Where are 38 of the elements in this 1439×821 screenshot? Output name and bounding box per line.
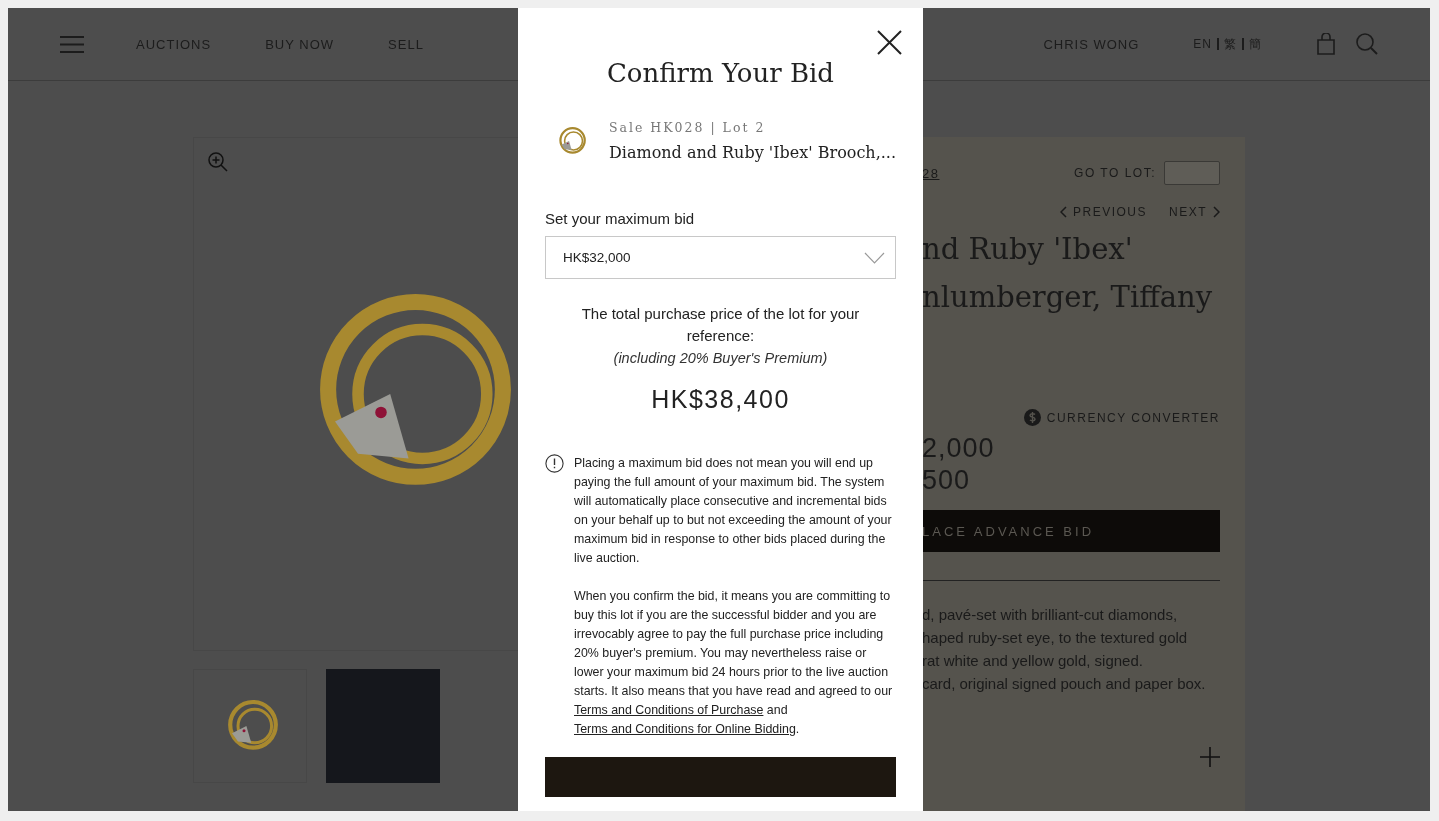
next-link[interactable]: NEXT xyxy=(1169,205,1220,219)
chevron-right-icon xyxy=(1213,206,1220,218)
currency-converter-link[interactable]: CURRENCY CONVERTER xyxy=(1046,410,1220,425)
thumbnail[interactable] xyxy=(193,669,307,783)
go-to-lot-label: GO TO LOT: xyxy=(1074,166,1156,180)
menu-icon[interactable] xyxy=(60,35,84,53)
terms-link[interactable]: Terms and Conditions for Online Bidding xyxy=(574,722,796,736)
description-text: card, original signed pouch and paper box. xyxy=(922,674,1207,694)
lot-number-field[interactable] xyxy=(1164,161,1220,185)
shopping-bag-icon[interactable] xyxy=(1316,33,1336,55)
total-price: HK$38,400 xyxy=(650,385,791,414)
chevron-left-icon xyxy=(1059,206,1067,218)
description-text: haped ruby-set eye, to the textured gold xyxy=(922,628,1189,648)
lot-title: nlumberger, Tiffany xyxy=(922,279,1213,316)
notice-text: Placing a maximum bid does not mean you will end up paying the full amount of your maximum bid. The system will automatically place consecutive and incremental bids on your behalf up to but not exceeding the amount of your maximum bid in response to other bids placed during the live auction. xyxy=(574,455,893,567)
bid-dropdown[interactable]: HK$32,000 xyxy=(545,236,896,279)
description-text: d, pavé-set with brilliant-cut diamonds, xyxy=(922,605,1179,625)
estimate-text: 500 xyxy=(922,464,972,496)
dollar-icon xyxy=(1023,409,1041,426)
sale-link[interactable]: 28 xyxy=(922,165,940,181)
description-text: rat white and yellow gold, signed. xyxy=(922,651,1144,671)
premium-note: (including 20% Buyer's Premium) xyxy=(612,349,829,368)
field-label: Set your maximum bid xyxy=(545,210,696,227)
lot-title: nd Ruby 'Ibex' xyxy=(922,231,1133,268)
terms-text: When you confirm the bid, it means you are committing to buy this lot if you are the successful bidder and you are irrevocably agree to pay the full purchase price including 20% buyer's premium. You may nevertheless raise or lower your maximum bid 24 hours prior to the live auction starts. It also means that you have read and agreed to our Terms and Conditions of Purchase and Terms and Conditions for Online Bidding. xyxy=(574,588,894,738)
info-icon xyxy=(545,454,564,473)
search-icon[interactable] xyxy=(1356,33,1378,55)
total-price-text: The total purchase price of the lot for your reference: xyxy=(580,304,861,346)
zoom-in-icon[interactable] xyxy=(208,152,228,172)
advance-bid-button[interactable]: LACE ADVANCE BID xyxy=(922,510,1220,552)
chevron-down-icon xyxy=(864,251,885,264)
estimate-text: 2,000 xyxy=(922,432,996,464)
modal-title: Confirm Your Bid xyxy=(605,60,835,86)
plus-icon[interactable] xyxy=(1200,747,1220,767)
previous-link[interactable]: PREVIOUS xyxy=(1059,205,1147,219)
terms-link[interactable]: Terms and Conditions of Purchase xyxy=(574,703,764,717)
sale-lot-text: Sale HK028 | Lot 2 xyxy=(608,120,767,135)
lot-title: Diamond and Ruby 'Ibex' Brooch,... xyxy=(608,143,896,162)
